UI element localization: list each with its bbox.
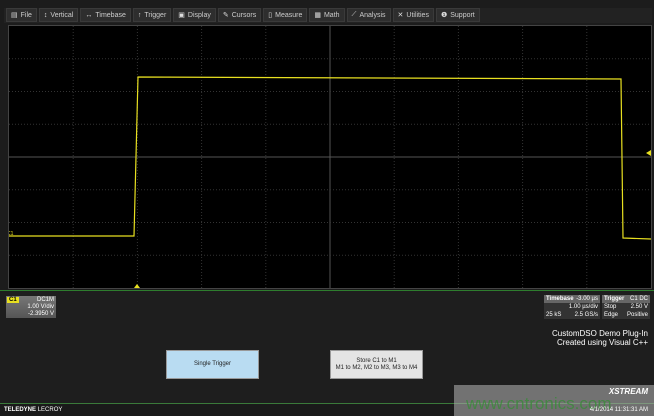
file-icon: ▤ xyxy=(11,12,18,19)
menu-label: Cursors xyxy=(231,11,257,19)
watermark-area: www.cntronics.com XSTREAM 4/1/2014 11:31… xyxy=(454,385,654,416)
vertical-icon: ↕ xyxy=(43,11,48,19)
analysis-icon: ⟋ xyxy=(351,11,357,18)
timebase-descriptor[interactable]: Timebase -3.00 µs 1.00 µs/div 25 kS 2.5 GS… xyxy=(544,295,600,319)
menu-analysis[interactable]: ⟋ Analysis xyxy=(346,8,391,22)
timebase-delay: -3.00 µs xyxy=(576,296,598,302)
menu-label: Trigger xyxy=(144,11,167,19)
channel-tag: C1 xyxy=(7,297,19,303)
timebase-label: Timebase xyxy=(546,296,574,302)
utilities-icon: ✕ xyxy=(397,12,404,19)
menu-label: Math xyxy=(323,11,340,19)
xstream-logo: XSTREAM xyxy=(608,387,648,396)
channel-marker: C1 xyxy=(9,231,14,237)
channel-descriptor[interactable]: C1 DC1M 1.00 V/div -2.3950 V xyxy=(6,296,56,318)
trigger-descriptor[interactable]: Trigger C1 DC Stop 2.50 V Edge Positive xyxy=(602,295,650,319)
menu-utilities[interactable]: ✕ Utilities xyxy=(392,8,434,22)
oscilloscope-app: ▤ File ↕ Vertical ↔ Timebase ↑ Trigger ▣ Display ✎… xyxy=(0,0,654,416)
brand-logo: TELEDYNE LECROY xyxy=(4,407,63,413)
support-icon: ❶ xyxy=(440,12,448,19)
menu-cursors[interactable]: ✎ Cursors xyxy=(217,8,262,22)
measure-icon: ▯ xyxy=(268,12,273,19)
display-icon: ▣ xyxy=(178,12,185,19)
menu-vertical[interactable]: ↕ Vertical xyxy=(38,8,79,22)
trigger-level: 2.50 V xyxy=(630,304,648,310)
single-trigger-label: Single Trigger xyxy=(193,361,232,367)
time-per-div: 1.00 µs/div xyxy=(568,304,598,310)
plugin-line-2: Created using Visual C++ xyxy=(556,338,648,347)
volts-per-div: 1.00 V/div xyxy=(27,304,54,310)
single-trigger-button[interactable]: Single Trigger xyxy=(166,350,259,379)
trigger-level-marker xyxy=(646,150,651,156)
coupling: DC1M xyxy=(36,297,54,303)
trigger-label: Trigger xyxy=(604,296,625,302)
plugin-info: CustomDSO Demo Plug-In Created using Vis… xyxy=(552,329,648,347)
menu-label: Display xyxy=(187,11,211,19)
cursors-icon: ✎ xyxy=(222,12,229,19)
math-icon: ▦ xyxy=(314,12,321,19)
trigger-type: Edge xyxy=(604,312,619,318)
plugin-line-1: CustomDSO Demo Plug-In xyxy=(551,329,648,338)
menu-label: Support xyxy=(450,11,475,19)
menu-label: Vertical xyxy=(50,11,74,19)
menu-bar: ▤ File ↕ Vertical ↔ Timebase ↑ Trigger ▣ Display ✎… xyxy=(4,8,652,23)
menu-label: Analysis xyxy=(359,11,386,19)
store-button[interactable]: Store C1 to M1 M1 to M2, M2 to M3, M3 to … xyxy=(330,350,423,379)
menu-support[interactable]: ❶ Support xyxy=(435,8,480,22)
trigger-time-marker xyxy=(134,284,140,288)
store-label-1: Store C1 to M1 xyxy=(356,357,397,364)
grid: C1 xyxy=(9,26,651,288)
menu-display[interactable]: ▣ Display xyxy=(173,8,216,22)
menu-timebase[interactable]: ↔ Timebase xyxy=(80,8,131,22)
menu-label: File xyxy=(20,11,32,19)
menu-label: Measure xyxy=(275,11,303,19)
store-label-2: M1 to M2, M2 to M3, M3 to M4 xyxy=(335,364,418,371)
trigger-source: C1 DC xyxy=(629,296,648,302)
menu-label: Utilities xyxy=(406,11,429,19)
menu-file[interactable]: ▤ File xyxy=(6,8,37,22)
menu-math[interactable]: ▦ Math xyxy=(309,8,345,22)
menu-label: Timebase xyxy=(95,11,126,19)
trigger-mode: Stop xyxy=(604,304,617,310)
samples: 25 kS xyxy=(546,312,562,318)
menu-trigger[interactable]: ↑ Trigger xyxy=(132,8,172,22)
offset: -2.3950 V xyxy=(27,311,54,317)
menu-measure[interactable]: ▯ Measure xyxy=(263,8,308,22)
sample-rate: 2.5 GS/s xyxy=(574,312,598,318)
date-time: 4/1/2014 11:31:31 AM xyxy=(589,407,648,413)
timebase-icon: ↔ xyxy=(85,11,93,19)
trigger-slope: Positive xyxy=(626,312,648,318)
waveform-display[interactable]: C1 xyxy=(8,25,652,289)
trigger-icon: ↑ xyxy=(137,11,142,19)
